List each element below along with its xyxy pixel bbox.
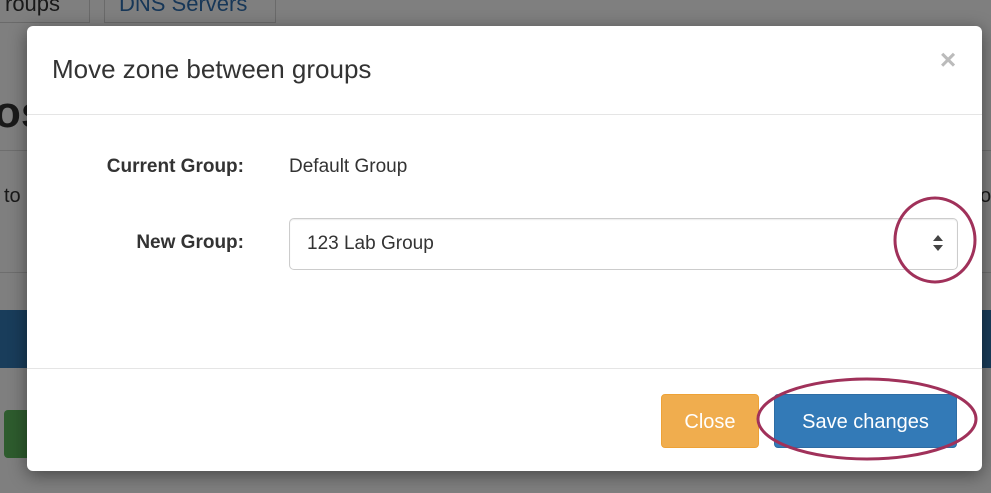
modal-footer: Close Save changes (27, 368, 982, 471)
move-zone-modal: Move zone between groups × Current Group… (27, 26, 982, 471)
current-group-label: Current Group: (106, 156, 244, 177)
close-icon[interactable]: × (936, 46, 960, 74)
modal-header: Move zone between groups × (27, 26, 982, 115)
updown-arrows-icon (933, 235, 943, 251)
current-group-value: Default Group (289, 156, 408, 177)
modal-title: Move zone between groups (52, 54, 372, 84)
new-group-selected-value: 123 Lab Group (307, 233, 434, 254)
new-group-select[interactable]: 123 Lab Group (289, 218, 958, 270)
save-changes-button[interactable]: Save changes (774, 394, 957, 448)
new-group-label: New Group: (136, 232, 244, 253)
modal-body: Current Group: Default Group New Group: … (27, 115, 982, 368)
close-button[interactable]: Close (661, 394, 759, 448)
